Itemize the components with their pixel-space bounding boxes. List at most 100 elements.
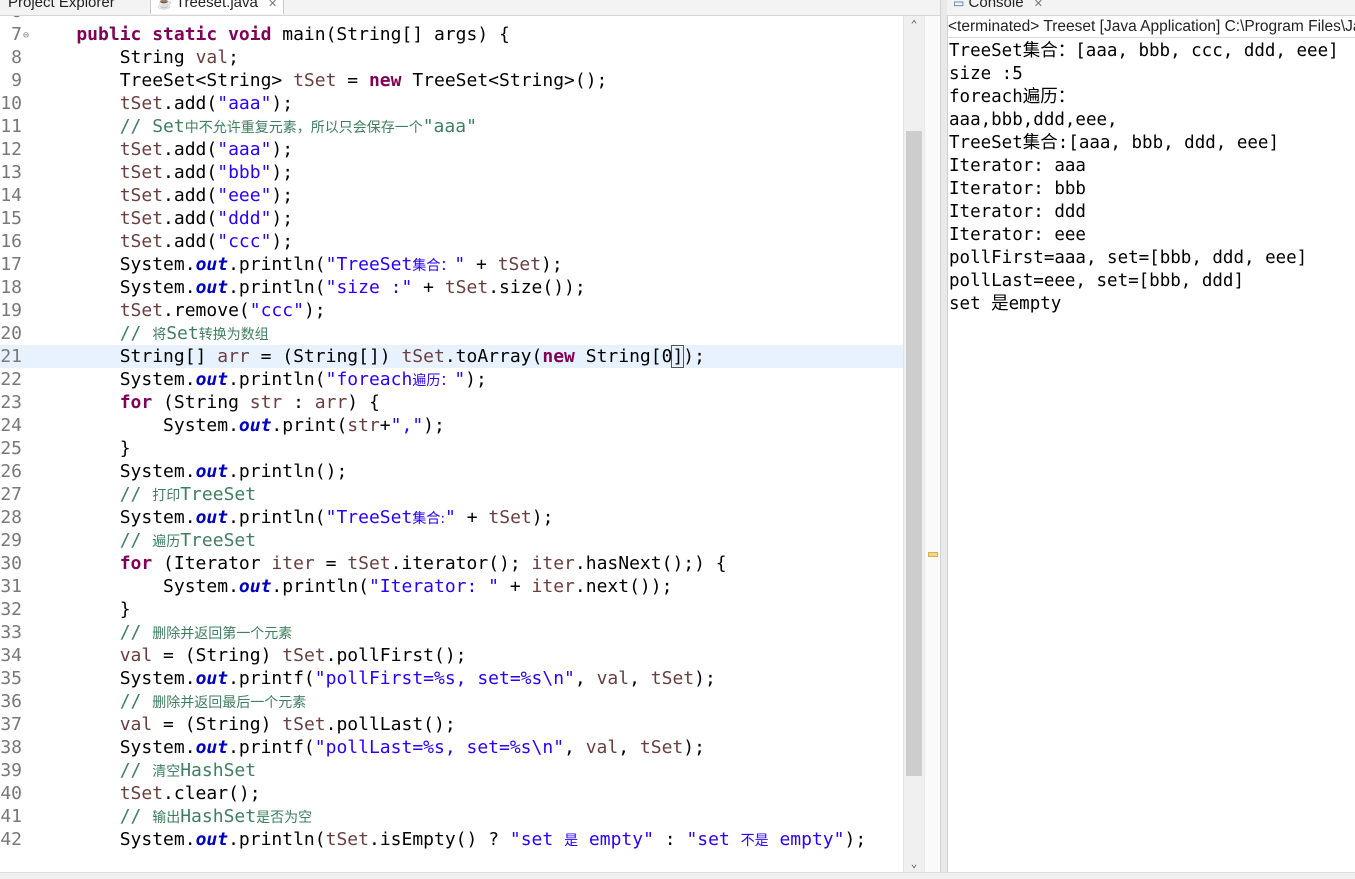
code-token: "ddd" <box>217 208 272 229</box>
editor-line[interactable]: 26 System.out.println(); <box>0 460 903 483</box>
code-token: // <box>33 760 153 781</box>
line-number: 22 <box>0 369 22 390</box>
editor-line[interactable]: 11 // Set中不允许重复元素，所以只会保存一个"aaa" <box>0 115 903 138</box>
code-token: tSet <box>293 70 337 91</box>
editor-line[interactable]: 15 tSet.add("ddd"); <box>0 207 903 230</box>
editor-line[interactable]: 24 System.out.print(str+","); <box>0 414 903 437</box>
console-line: set 是empty <box>949 294 1062 314</box>
code-text: // Set中不允许重复元素，所以只会保存一个"aaa" <box>33 115 477 140</box>
pane-divider[interactable] <box>940 0 948 878</box>
code-token: System. <box>33 829 196 850</box>
code-text: } <box>33 598 131 621</box>
code-editor[interactable]: 6 7⊖ public static void main(String[] ar… <box>0 16 903 872</box>
code-token: : <box>282 392 315 413</box>
code-token: TreeSet<String>(); <box>412 70 608 91</box>
editor-line[interactable]: 36 // 删除并返回最后一个元素 <box>0 690 903 713</box>
code-token: Set <box>166 323 199 344</box>
line-number: 15 <box>0 208 22 229</box>
code-token: ); <box>271 208 294 229</box>
tab-treeset-java[interactable]: ☕ Treeset.java ✕ <box>150 0 285 14</box>
editor-line-current[interactable]: 21 String[] arr = (String[]) tSet.toArra… <box>0 345 903 368</box>
line-number: 27 <box>0 484 22 505</box>
console-line: pollFirst=aaa, set=[bbb, ddd, eee] <box>949 248 1308 268</box>
editor-line[interactable]: 40 tSet.clear(); <box>0 782 903 805</box>
editor-line[interactable]: 17 System.out.println("TreeSet集合：" + tSe… <box>0 253 903 276</box>
editor-line[interactable]: 28 System.out.println("TreeSet集合:" + tSe… <box>0 506 903 529</box>
line-number: 38 <box>0 737 22 758</box>
editor-line[interactable]: 23 for (String str : arr) { <box>0 391 903 414</box>
code-text: tSet.add("eee"); <box>33 184 293 207</box>
code-token: tSet <box>33 231 164 252</box>
editor-line[interactable]: 30 for (Iterator iter = tSet.iterator();… <box>0 552 903 575</box>
editor-line[interactable]: 39 // 清空HashSet <box>0 759 903 782</box>
code-token: 将 <box>152 327 167 343</box>
editor-line[interactable]: 9 TreeSet<String> tSet = new TreeSet<Str… <box>0 69 903 92</box>
code-text: System.out.println("Iterator: " + iter.n… <box>33 575 672 598</box>
editor-line[interactable]: 10 tSet.add("aaa"); <box>0 92 903 115</box>
overview-ruler[interactable] <box>924 16 939 872</box>
editor-line[interactable]: 33 // 删除并返回第一个元素 <box>0 621 903 644</box>
code-token: 清空 <box>152 764 181 780</box>
code-token: // <box>33 622 153 643</box>
code-text: // 打印TreeSet <box>33 483 256 508</box>
editor-line[interactable]: 41 // 输出HashSet是否为空 <box>0 805 903 828</box>
code-token: ); <box>683 737 705 758</box>
editor-line[interactable]: 32 } <box>0 598 903 621</box>
editor-line[interactable]: 16 tSet.add("ccc"); <box>0 230 903 253</box>
code-token: , <box>618 737 640 758</box>
console-line: Iterator: ddd <box>949 202 1086 222</box>
code-token: ; <box>228 47 239 68</box>
console-line: foreach遍历： <box>949 87 1076 107</box>
code-token: .println(); <box>228 461 348 482</box>
editor-line[interactable]: 25 } <box>0 437 903 460</box>
code-token: .printf( <box>228 668 315 689</box>
editor-line[interactable]: 34 val = (String) tSet.pollFirst(); <box>0 644 903 667</box>
code-token: TreeSet <box>180 530 257 551</box>
editor-line[interactable]: 13 tSet.add("bbb"); <box>0 161 903 184</box>
code-text: tSet.add("ccc"); <box>33 230 293 253</box>
warning-marker[interactable] <box>928 552 938 557</box>
code-text: System.out.printf("pollLast=%s, set=%s\n… <box>33 736 705 759</box>
scroll-up-arrow-icon[interactable]: ⌃ <box>904 18 924 31</box>
editor-line[interactable]: 27 // 打印TreeSet <box>0 483 903 506</box>
editor-line[interactable]: 12 tSet.add("aaa"); <box>0 138 903 161</box>
editor-line[interactable]: 35 System.out.printf("pollFirst=%s, set=… <box>0 667 903 690</box>
code-token: "TreeSet <box>325 254 413 275</box>
editor-line[interactable]: 31 System.out.println("Iterator: " + ite… <box>0 575 903 598</box>
code-text: // 将Set转换为数组 <box>33 322 269 347</box>
editor-line[interactable]: 22 System.out.println("foreach遍历："); <box>0 368 903 391</box>
editor-line[interactable]: 19 tSet.remove("ccc"); <box>0 299 903 322</box>
tab-project-explorer[interactable]: Project Explorer <box>8 0 115 14</box>
editor-line[interactable]: 18 System.out.println("size :" + tSet.si… <box>0 276 903 299</box>
code-token: .size()); <box>488 277 586 298</box>
close-icon[interactable]: ✕ <box>1034 0 1043 10</box>
code-token: "set <box>509 829 565 850</box>
scrollbar-thumb[interactable] <box>906 131 922 776</box>
code-token: out <box>195 507 229 528</box>
editor-line[interactable]: 29 // 遍历TreeSet <box>0 529 903 552</box>
editor-line[interactable]: 38 System.out.printf("pollLast=%s, set=%… <box>0 736 903 759</box>
editor-line[interactable]: 14 tSet.add("eee"); <box>0 184 903 207</box>
code-text: System.out.println(); <box>33 460 348 483</box>
editor-line[interactable]: 7 ⊖ public static void main(String[] args… <box>0 23 903 46</box>
editor-line[interactable]: 20 // 将Set转换为数组 <box>0 322 903 345</box>
editor-vertical-scrollbar[interactable]: ⌃ ⌄ <box>903 16 924 872</box>
line-number: 19 <box>0 300 22 321</box>
console-line: Iterator: aaa <box>949 156 1086 176</box>
editor-line[interactable]: 8 String val; <box>0 46 903 69</box>
tab-console[interactable]: ▭ Console ✕ <box>953 0 1043 14</box>
code-token: tSet <box>33 139 164 160</box>
code-token: iter <box>271 553 315 574</box>
code-token: arr <box>314 392 348 413</box>
code-token: } <box>33 438 131 459</box>
code-token: (String <box>163 392 250 413</box>
close-icon[interactable]: ✕ <box>268 0 277 10</box>
line-number: 20 <box>0 323 22 344</box>
editor-line[interactable]: 37 val = (String) tSet.pollLast(); <box>0 713 903 736</box>
fold-toggle-icon[interactable]: ⊖ <box>23 30 29 41</box>
console-output[interactable]: TreeSet集合：[aaa, bbb, ccc, ddd, eee] size … <box>949 40 1355 870</box>
console-line: TreeSet集合:[aaa, bbb, ddd, eee] <box>949 133 1280 153</box>
scroll-down-arrow-icon[interactable]: ⌄ <box>904 857 924 870</box>
code-token: ); <box>541 254 563 275</box>
editor-line[interactable]: 42 System.out.println(tSet.isEmpty() ? "… <box>0 828 903 851</box>
